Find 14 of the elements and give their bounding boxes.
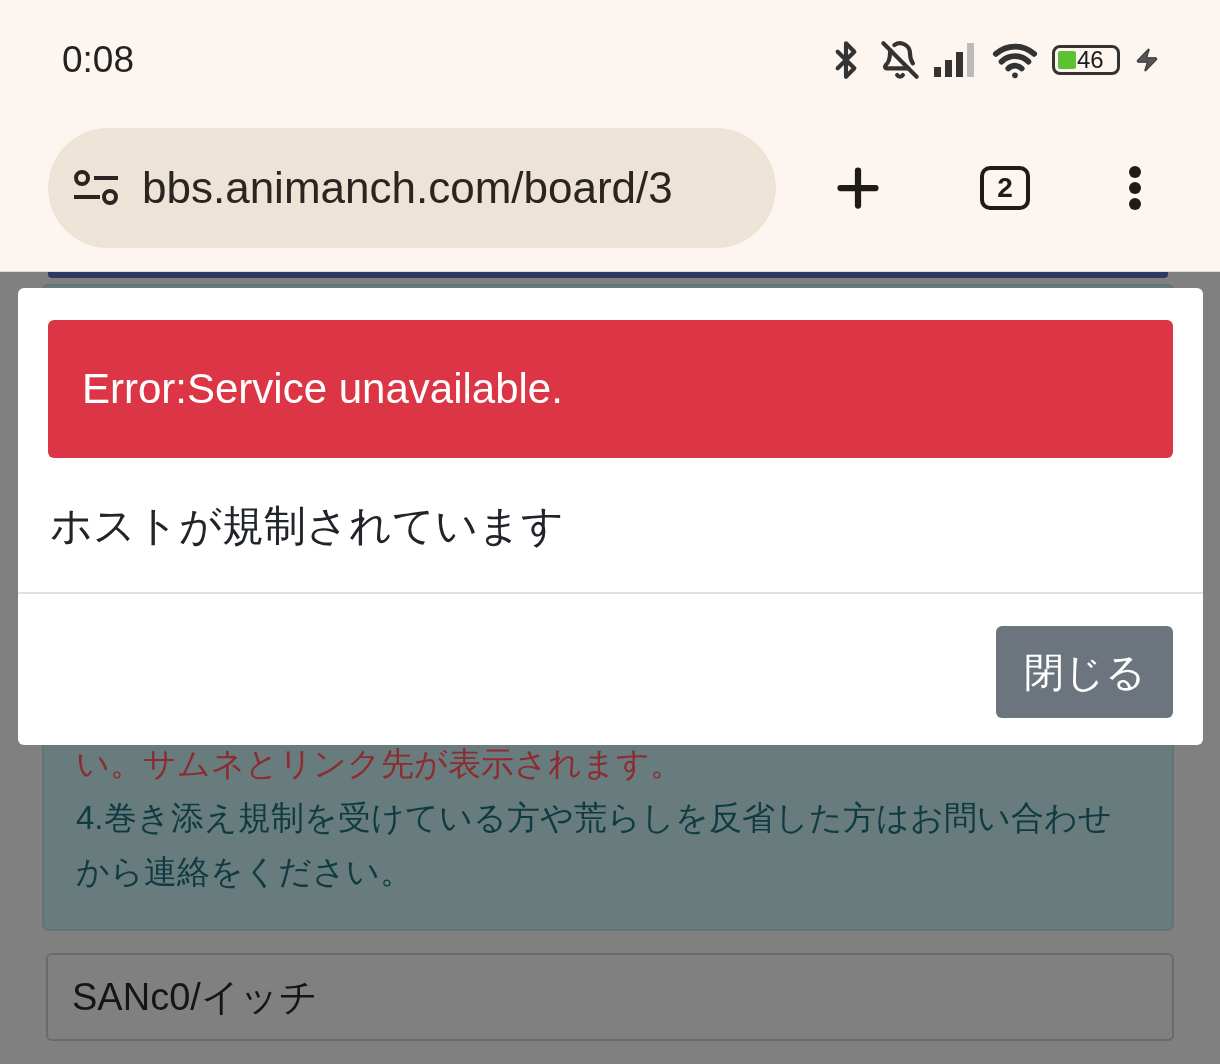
muted-bell-icon (880, 40, 920, 80)
notice-text: 4.巻き添え規制を受けている方や荒らしを反省した方はお問い合わせから連絡をください。 (76, 798, 1112, 892)
close-button[interactable]: 閉じる (996, 626, 1173, 718)
battery-icon: 46 (1052, 45, 1120, 75)
site-settings-icon[interactable] (74, 170, 120, 206)
dialog-message: ホストが規制されています (18, 458, 1203, 594)
tab-switcher-button[interactable]: 2 (980, 166, 1030, 210)
notice-text: い。サムネとリンク先が表示されます。 (76, 744, 684, 784)
charging-icon (1134, 47, 1160, 73)
name-field[interactable]: SANc0/イッチ (46, 953, 1174, 1041)
address-bar[interactable]: bbs.animanch.com/board/3 (48, 128, 776, 248)
error-alert: Error:Service unavailable. (48, 320, 1173, 458)
more-icon (1128, 165, 1142, 211)
clock-time: 0:08 (62, 39, 135, 81)
